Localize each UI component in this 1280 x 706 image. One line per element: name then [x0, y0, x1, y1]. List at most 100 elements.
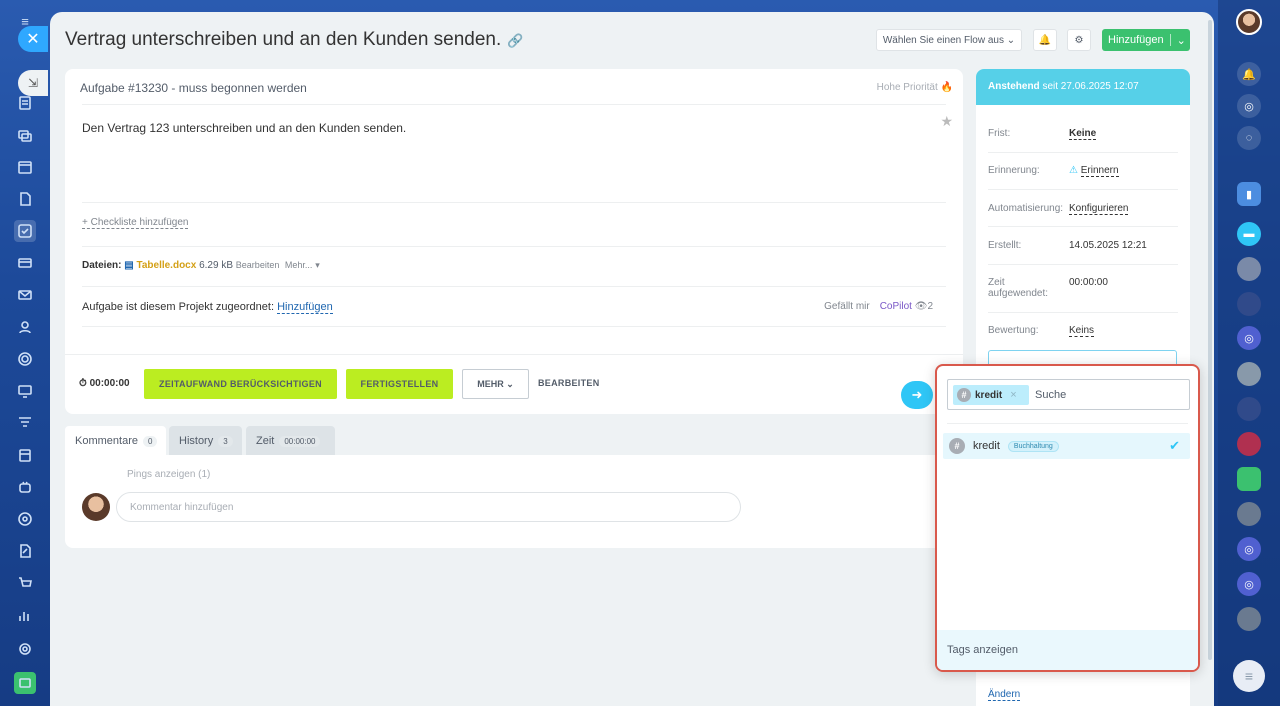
timer-value: 00:00:00	[89, 378, 130, 389]
task-card: Aufgabe #13230 - muss begonnen werden Ho…	[65, 69, 963, 414]
project-row: Aufgabe ist diesem Projekt zugeordnet: H…	[82, 301, 333, 314]
copilot-link[interactable]: CoPilot	[880, 301, 912, 312]
remove-tag-icon[interactable]: ×	[1010, 389, 1016, 401]
change-link[interactable]: Ändern	[988, 689, 1021, 701]
reminder-label: Erinnerung:	[988, 165, 1040, 176]
market-icon[interactable]	[14, 672, 36, 694]
flow-select[interactable]: Wählen Sie einen Flow aus ⌄	[876, 29, 1022, 51]
close-slider-button[interactable]: ✕	[18, 26, 48, 52]
rating-link[interactable]: Keins	[1069, 325, 1095, 337]
views-count: 2	[927, 301, 933, 312]
contact-avatar-icon[interactable]	[1237, 502, 1261, 526]
mail-icon[interactable]	[14, 284, 36, 306]
track-time-button[interactable]: ZEITAUFWAND BERÜCKSICHTIGEN	[144, 369, 337, 399]
settings-button[interactable]: ⚙	[1067, 29, 1091, 51]
calendar-icon[interactable]	[14, 156, 36, 178]
close-icon: ✕	[26, 31, 40, 48]
automation-label: Automatisierung:	[988, 203, 1064, 214]
tag-selector-popup: # kredit × Suche # kredit Buchhaltung ✔ Ta…	[935, 364, 1200, 672]
robot-icon[interactable]	[14, 476, 36, 498]
tab-count: 3	[218, 435, 233, 447]
tab-count: 0	[142, 435, 158, 447]
tab-label: Zeit	[256, 435, 275, 447]
reminder-link: Erinnern	[1080, 165, 1119, 177]
complete-button[interactable]: FERTIGSTELLEN	[346, 369, 453, 399]
hash-icon: #	[949, 438, 965, 454]
add-button[interactable]: Hinzufügen ⌄	[1102, 29, 1190, 51]
sites-icon[interactable]	[14, 348, 36, 370]
target-icon[interactable]	[14, 508, 36, 530]
add-project-link[interactable]: Hinzufügen	[277, 301, 333, 314]
tag-search-box[interactable]: # kredit × Suche	[947, 379, 1190, 410]
show-tags-footer[interactable]: Tags anzeigen	[937, 630, 1198, 670]
automation-link[interactable]: Konfigurieren	[1069, 203, 1129, 215]
group-icon[interactable]	[1237, 467, 1261, 491]
file-icon[interactable]	[14, 188, 36, 210]
star-icon[interactable]: ★	[940, 113, 953, 130]
tab-time[interactable]: Zeit 00:00:00	[246, 426, 335, 456]
chat-icon[interactable]	[14, 125, 36, 147]
bookmark-icon[interactable]: ▮	[1237, 182, 1261, 206]
deadline-value[interactable]: Keine	[1069, 128, 1097, 140]
rating-label: Bewertung:	[988, 325, 1039, 336]
settings-icon[interactable]	[14, 638, 36, 660]
minimize-icon: ⇲	[27, 76, 39, 90]
like-link[interactable]: Gefällt mir	[824, 301, 870, 312]
crm-icon[interactable]	[14, 252, 36, 274]
bell-button[interactable]: 🔔	[1033, 29, 1057, 51]
task-title: Vertrag unterschreiben und an den Kunden…	[65, 29, 502, 50]
contact-avatar-icon[interactable]	[1237, 362, 1261, 386]
tag-result-item[interactable]: # kredit Buchhaltung ✔	[943, 433, 1190, 459]
tab-history[interactable]: History 3	[169, 426, 242, 456]
store-icon[interactable]	[14, 444, 36, 466]
contact-avatar-icon[interactable]	[1237, 432, 1261, 456]
copilot-chat-icon[interactable]: ◎	[1237, 572, 1261, 596]
more-button[interactable]: MEHR ⌄	[462, 369, 529, 399]
add-checklist-link[interactable]: + Checkliste hinzufügen	[82, 217, 189, 229]
priority-label: Hohe Priorität	[876, 82, 938, 93]
tab-comments[interactable]: Kommentare 0	[65, 426, 166, 456]
pings-link[interactable]: Pings anzeigen (1)	[127, 469, 210, 480]
search-chat-icon[interactable]: ◌	[1237, 126, 1261, 150]
priority-toggle[interactable]: Hohe Priorität 🔥	[877, 82, 953, 93]
expand-arrow-button[interactable]: ➜	[901, 381, 933, 409]
file-edit-link[interactable]: Bearbeiten	[236, 260, 280, 270]
copilot-icon[interactable]: ◎	[1237, 94, 1261, 118]
notifications-icon[interactable]: 🔔	[1237, 62, 1261, 86]
minimize-slider-button[interactable]: ⇲	[18, 70, 48, 96]
time-spent-label: Zeit aufgewendet:	[988, 277, 1049, 299]
contact-avatar-icon[interactable]	[1237, 397, 1261, 421]
cart-icon[interactable]	[14, 572, 36, 594]
page-title: Vertrag unterschreiben und an den Kunden…	[65, 29, 523, 51]
reminder-value[interactable]: ⚠ Erinnern	[1069, 165, 1119, 177]
tasks-icon[interactable]	[14, 220, 36, 242]
filter-icon[interactable]	[14, 412, 36, 434]
contact-avatar-icon[interactable]	[1237, 607, 1261, 631]
sign-icon[interactable]	[14, 540, 36, 562]
files-row: Dateien: ▤ Tabelle.docx 6.29 kB Bearbeit…	[82, 260, 320, 271]
comment-input[interactable]: Kommentar hinzufügen	[116, 492, 741, 522]
avatar	[82, 493, 110, 521]
copilot-chat-icon[interactable]: ◎	[1237, 326, 1261, 350]
scrollbar[interactable]	[1208, 20, 1212, 660]
chat-bubble-icon[interactable]: ▬	[1237, 222, 1261, 246]
tag-search-input[interactable]: Suche	[1035, 389, 1066, 401]
file-more-link[interactable]: Mehr...	[285, 260, 313, 270]
timer: ⏱ 00:00:00	[79, 378, 130, 389]
created-label: Erstellt:	[988, 240, 1022, 251]
more-menu-icon[interactable]: ≡	[1233, 660, 1265, 692]
analytics-icon[interactable]	[14, 604, 36, 626]
flame-icon: 🔥	[940, 82, 953, 93]
tab-label: Kommentare	[75, 435, 138, 447]
selected-tag-chip[interactable]: # kredit ×	[953, 385, 1029, 405]
project-text: Aufgabe ist diesem Projekt zugeordnet:	[82, 301, 275, 313]
user-avatar[interactable]	[1236, 9, 1262, 35]
contact-avatar-icon[interactable]	[1237, 292, 1261, 316]
monitor-icon[interactable]	[14, 380, 36, 402]
copilot-chat-icon[interactable]: ◎	[1237, 537, 1261, 561]
contacts-icon[interactable]	[14, 316, 36, 338]
link-icon[interactable]: 🔗	[507, 33, 523, 48]
edit-button[interactable]: BEARBEITEN	[538, 378, 600, 388]
file-name-link[interactable]: Tabelle.docx	[136, 260, 196, 271]
contact-avatar-icon[interactable]	[1237, 257, 1261, 281]
